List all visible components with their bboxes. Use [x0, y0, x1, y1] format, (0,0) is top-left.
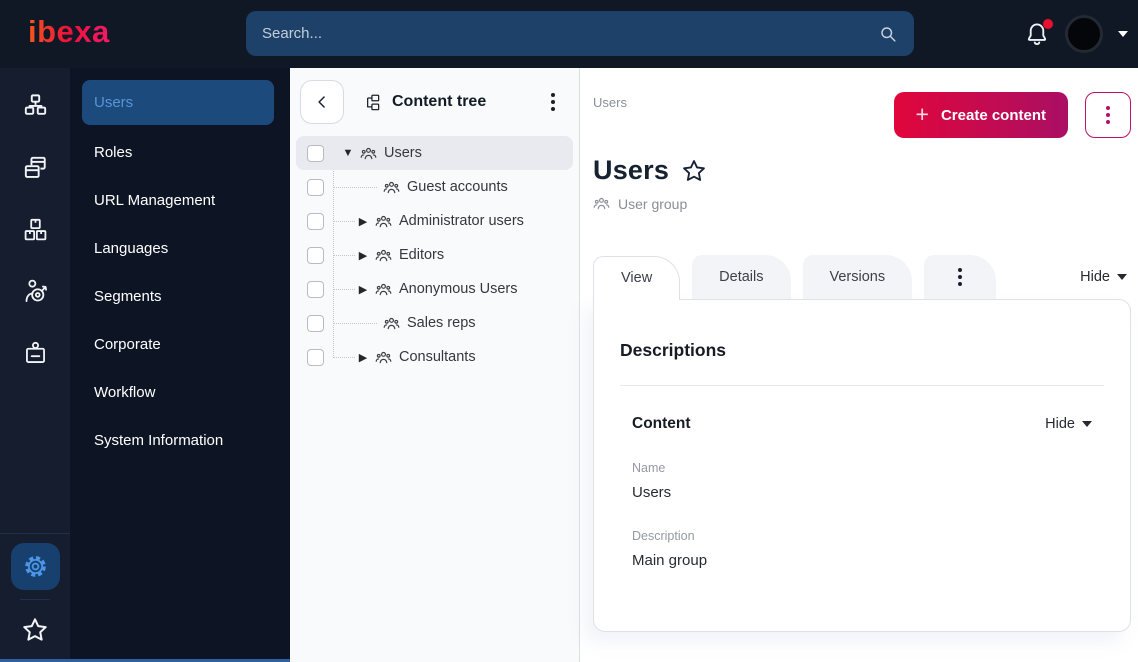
topbar: ibexa	[0, 0, 1138, 68]
plus-icon: +	[915, 100, 929, 127]
field-label-name: Name	[632, 461, 666, 475]
sidebar-item-languages[interactable]: Languages	[82, 224, 274, 272]
kebab-icon	[958, 275, 963, 279]
tree-item-checkbox[interactable]	[307, 280, 324, 298]
content-section: Content Hide Name Users Description Main…	[620, 386, 1104, 569]
tree-item-checkbox[interactable]	[307, 246, 324, 264]
field-value-description: Main group	[632, 552, 708, 569]
notification-badge	[1043, 19, 1053, 29]
tree-item[interactable]: Guest accounts	[296, 170, 573, 204]
tree-item-checkbox[interactable]	[307, 144, 324, 162]
side-menu: Users Roles URL Management Languages Seg…	[70, 68, 290, 662]
id-badge-icon[interactable]	[0, 322, 70, 384]
topbar-actions	[1024, 0, 1128, 68]
field-label-description: Description	[632, 529, 695, 543]
tree-item[interactable]: Sales reps	[296, 306, 573, 340]
content-hide-toggle[interactable]: Hide	[1045, 416, 1096, 432]
tree-item[interactable]: ▶ Administrator users	[296, 204, 573, 238]
tree-item-checkbox[interactable]	[307, 348, 324, 366]
tree-item-checkbox[interactable]	[307, 314, 324, 332]
user-menu-caret-icon[interactable]	[1118, 31, 1128, 42]
search-bar	[246, 11, 914, 56]
main-content: Users + Create content Users User group …	[580, 68, 1138, 662]
user-group-icon	[375, 281, 392, 298]
icon-rail	[0, 68, 70, 662]
page-actions: + Create content	[893, 92, 1131, 138]
sidebar-item-segments[interactable]: Segments	[82, 272, 274, 320]
gear-icon	[22, 553, 49, 580]
avatar[interactable]	[1065, 15, 1103, 53]
tabs: View Details Versions Hide	[593, 255, 1131, 300]
view-tab-panel: Descriptions Content Hide Name Users Des…	[593, 299, 1131, 632]
sidebar-item-url-management[interactable]: URL Management	[82, 176, 274, 224]
user-group-icon	[375, 349, 392, 366]
create-content-button[interactable]: + Create content	[893, 92, 1068, 138]
star-icon	[21, 616, 49, 644]
tab-versions[interactable]: Versions	[802, 255, 913, 299]
sidebar-item-workflow[interactable]: Workflow	[82, 368, 274, 416]
admin-settings-button[interactable]	[10, 543, 60, 590]
kebab-icon	[1106, 113, 1110, 117]
expand-icon[interactable]: ▶	[357, 283, 369, 296]
rail-bottom-section	[0, 533, 70, 662]
tab-details[interactable]: Details	[692, 255, 791, 299]
collapse-panel-button[interactable]	[300, 80, 344, 124]
caret-down-icon	[1117, 274, 1127, 285]
content-heading: Content	[632, 415, 691, 432]
catalog-boxes-icon[interactable]	[0, 198, 70, 260]
field-value-name: Users	[632, 484, 672, 501]
tree-item[interactable]: ▶ Editors	[296, 238, 573, 272]
tree-item[interactable]: ▶ Consultants	[296, 340, 573, 374]
chevron-left-icon	[312, 92, 332, 112]
expand-icon[interactable]: ▶	[357, 249, 369, 262]
content-tree-panel: Content tree ▼ Users Guest accounts ▶ Ad…	[290, 68, 580, 662]
user-group-icon	[593, 195, 610, 212]
sidebar-item-roles[interactable]: Roles	[82, 128, 274, 176]
bookmark-star-icon[interactable]	[681, 158, 707, 184]
content-structure-icon[interactable]	[0, 74, 70, 136]
more-actions-button[interactable]	[1085, 92, 1131, 138]
user-group-icon	[383, 179, 400, 196]
tree-icon	[364, 93, 383, 112]
sidebar-item-system-information[interactable]: System Information	[82, 416, 274, 464]
hide-toggle[interactable]: Hide	[1080, 269, 1131, 285]
descriptions-heading: Descriptions	[620, 340, 726, 360]
breadcrumb[interactable]: Users	[593, 92, 627, 110]
search-icon[interactable]	[878, 24, 898, 44]
bookmarks-button[interactable]	[0, 606, 70, 654]
content-tree-header: Content tree	[290, 68, 579, 130]
page-title: Users	[593, 155, 670, 185]
content-type-label: User group	[593, 195, 1131, 212]
expand-icon[interactable]: ▶	[357, 215, 369, 228]
expand-icon[interactable]: ▶	[357, 351, 369, 364]
kebab-icon	[551, 100, 555, 104]
rail-divider	[20, 599, 50, 600]
tab-view[interactable]: View	[593, 256, 681, 300]
collapse-icon[interactable]: ▼	[342, 147, 354, 159]
notifications-button[interactable]	[1024, 19, 1053, 47]
search-input[interactable]	[262, 25, 878, 42]
user-group-icon	[383, 315, 400, 332]
sidebar-item-users[interactable]: Users	[82, 80, 274, 125]
tree-item[interactable]: ▶ Anonymous Users	[296, 272, 573, 306]
tree-item[interactable]: ▼ Users	[296, 136, 573, 170]
user-group-icon	[360, 145, 377, 162]
user-group-icon	[375, 213, 392, 230]
pages-icon[interactable]	[0, 136, 70, 198]
audience-target-icon[interactable]	[0, 260, 70, 322]
sidebar-item-corporate[interactable]: Corporate	[82, 320, 274, 368]
tab-more-button[interactable]	[924, 255, 997, 299]
ibexa-logo[interactable]: ibexa	[28, 14, 110, 50]
content-tree-title: Content tree	[364, 93, 486, 112]
content-tree-menu-button[interactable]	[541, 90, 565, 114]
user-group-icon	[375, 247, 392, 264]
caret-down-icon	[1082, 421, 1092, 432]
content-tree-list: ▼ Users Guest accounts ▶ Administrator u…	[296, 136, 573, 374]
tree-item-checkbox[interactable]	[307, 178, 324, 196]
tree-item-checkbox[interactable]	[307, 212, 324, 230]
